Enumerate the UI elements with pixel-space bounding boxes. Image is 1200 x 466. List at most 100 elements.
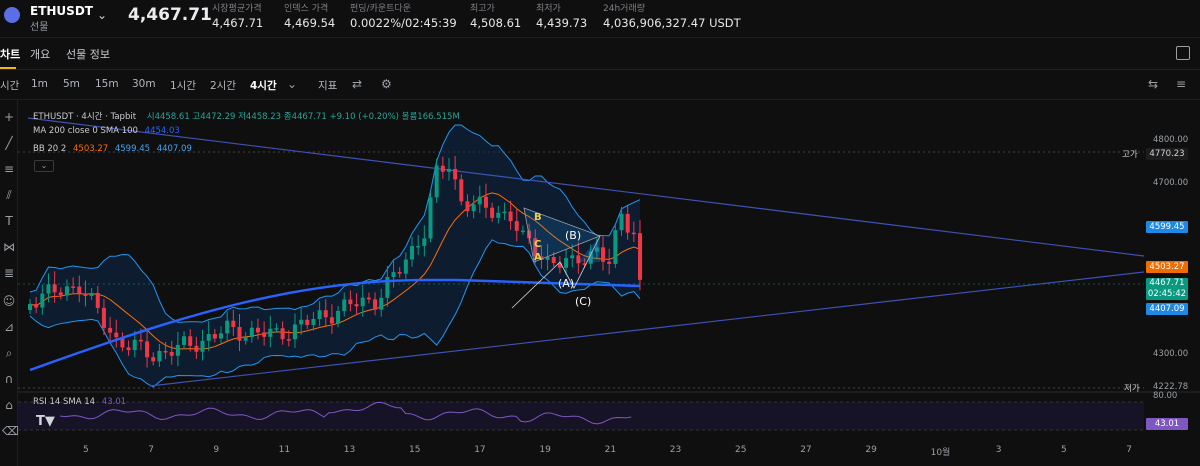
candle-body xyxy=(138,339,143,342)
current-price: 4467.71 xyxy=(1149,278,1185,288)
legend-ma-label: MA 200 close 0 SMA 100 xyxy=(33,126,138,136)
candle-body xyxy=(40,293,45,308)
candle-body xyxy=(496,212,501,218)
date-tick: 7 xyxy=(1126,445,1132,455)
candle-body xyxy=(514,221,519,231)
candle-body xyxy=(231,320,236,328)
candle-body xyxy=(471,204,476,212)
tradingview-logo-icon: T▼ xyxy=(36,414,55,429)
legend-bb-upper: 4599.45 xyxy=(114,144,151,154)
candle-body xyxy=(151,357,156,362)
rsi-band xyxy=(18,402,1144,430)
wave-label-a: A xyxy=(534,252,542,263)
high-price-tag: 4770.23 xyxy=(1146,148,1188,160)
candle-body xyxy=(46,284,51,294)
candle-body xyxy=(465,201,470,212)
candle-body xyxy=(305,319,310,325)
price-tick: 4800.00 xyxy=(1153,135,1189,145)
candle-body xyxy=(354,304,359,307)
candle-body xyxy=(212,334,217,339)
candle-body xyxy=(551,256,556,263)
candle-body xyxy=(163,350,168,353)
candle-body xyxy=(89,292,94,296)
legend-bb-mid: 4503.27 xyxy=(73,144,109,154)
candle-body xyxy=(373,299,378,310)
candle-body xyxy=(126,347,131,351)
candle-body xyxy=(77,286,82,294)
candle-body xyxy=(145,341,150,358)
candle-body xyxy=(403,259,408,274)
candle-body xyxy=(619,213,624,231)
date-tick: 17 xyxy=(474,445,486,455)
candle-body xyxy=(157,350,162,362)
candle-body xyxy=(317,310,322,319)
legend-ma: MA 200 close 0 SMA 100 4454.03 xyxy=(33,126,180,136)
date-tick: 23 xyxy=(669,445,682,455)
date-tick: 3 xyxy=(995,445,1002,455)
candle-body xyxy=(329,317,334,324)
candle-body xyxy=(416,245,421,248)
candle-body xyxy=(336,310,341,324)
legend-bb: BB 20 2 4503.27 4599.45 4407.09 xyxy=(33,144,192,154)
candle-body xyxy=(490,207,495,218)
date-tick: 13 xyxy=(343,445,356,455)
candle-body xyxy=(453,168,458,180)
candle-body xyxy=(366,297,371,300)
candle-body xyxy=(440,165,445,172)
date-tick: 11 xyxy=(278,445,291,455)
candle-body xyxy=(188,336,193,346)
candle-body xyxy=(607,261,612,264)
candle-body xyxy=(348,299,353,305)
wave-label-c: C xyxy=(534,239,542,250)
date-tick: 15 xyxy=(409,445,421,455)
candle-body xyxy=(225,320,230,334)
candle-body xyxy=(638,233,642,280)
price-chart[interactable] xyxy=(0,0,1200,466)
candle-body xyxy=(200,340,205,352)
collapse-legend-icon[interactable]: ⌄ xyxy=(34,160,54,172)
wave-label-paren-a: (A) xyxy=(558,277,575,290)
legend-rsi-value: 43.01 xyxy=(101,397,127,407)
candle-body xyxy=(311,318,316,325)
rsi-axis-tick: 80.00 xyxy=(1153,391,1178,401)
candle-body xyxy=(576,255,581,264)
candle-body xyxy=(360,297,365,307)
candle-body xyxy=(434,165,439,198)
candle-body xyxy=(28,304,32,310)
date-tick: 5 xyxy=(83,445,89,455)
candle-body xyxy=(274,328,279,330)
candle-body xyxy=(397,272,402,274)
bb-lower-tag: 4407.09 xyxy=(1146,303,1188,315)
legend-bb-lower: 4407.09 xyxy=(156,144,192,154)
legend-rsi: RSI 14 SMA 14 43.01 xyxy=(33,397,126,407)
candle-body xyxy=(114,332,119,338)
candle-body xyxy=(379,297,384,310)
candle-body xyxy=(631,232,636,235)
candle-body xyxy=(280,328,285,340)
candle-body xyxy=(292,324,297,340)
date-tick: 5 xyxy=(1061,445,1067,455)
candle-body xyxy=(428,197,433,239)
candle-body xyxy=(342,299,347,311)
date-tick: 19 xyxy=(539,445,551,455)
candle-body xyxy=(601,247,606,262)
candle-body xyxy=(243,337,248,341)
date-tick: 21 xyxy=(604,445,617,455)
candle-body xyxy=(391,272,396,278)
candle-body xyxy=(299,319,304,325)
rsi-value-tag: 43.01 xyxy=(1146,418,1188,430)
legend-ma-value: 4454.03 xyxy=(144,126,180,136)
date-tick: 7 xyxy=(148,445,154,455)
candle-body xyxy=(95,292,100,308)
candle-body xyxy=(570,255,575,259)
date-tick: 29 xyxy=(865,445,877,455)
candle-body xyxy=(268,328,273,337)
price-tick: 4300.00 xyxy=(1153,349,1189,359)
candle-body xyxy=(101,307,106,328)
candle-body xyxy=(613,230,618,264)
legend-rsi-label: RSI 14 SMA 14 xyxy=(33,397,96,407)
candle-body xyxy=(262,332,267,337)
candle-body xyxy=(625,213,630,233)
candle-body xyxy=(323,310,328,318)
candle-body xyxy=(219,333,224,339)
